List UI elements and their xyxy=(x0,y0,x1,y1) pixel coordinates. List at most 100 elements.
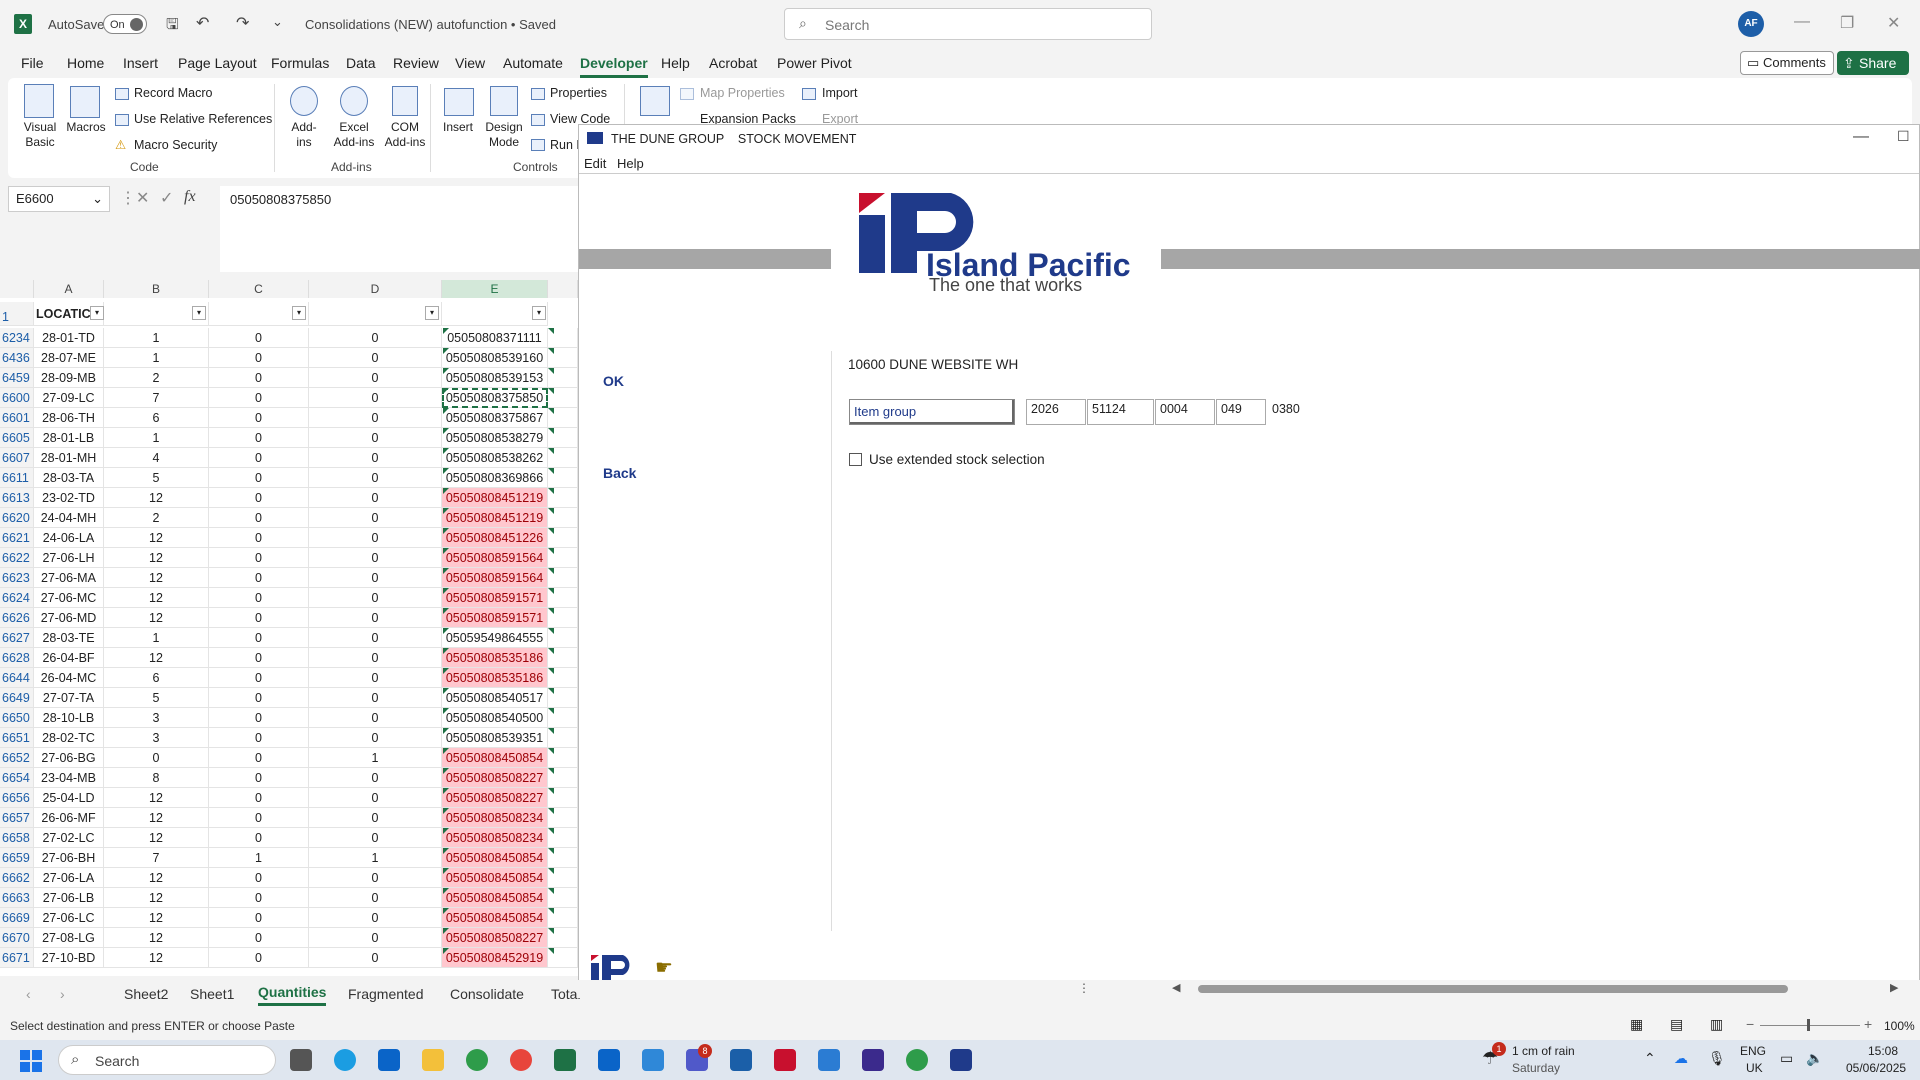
cell-d[interactable]: 0 xyxy=(309,548,442,568)
cell-c[interactable]: 0 xyxy=(209,568,309,588)
cell-location[interactable]: 24-04-MH xyxy=(34,508,104,528)
taskbar-search[interactable]: ⌕ Search xyxy=(58,1045,276,1075)
autosave-toggle[interactable]: On xyxy=(103,14,147,34)
more-options-icon[interactable]: ⋮ xyxy=(1078,981,1090,995)
row-number[interactable]: 6621 xyxy=(0,528,34,548)
search-box[interactable]: ⌕ Search xyxy=(784,8,1152,40)
back-button[interactable]: Back xyxy=(603,465,636,481)
customize-qat-icon[interactable]: ⌄ xyxy=(272,14,283,30)
cell-b[interactable]: 12 xyxy=(104,928,209,948)
cell-d[interactable]: 0 xyxy=(309,728,442,748)
edge-icon[interactable] xyxy=(334,1049,356,1071)
cell-location[interactable]: 27-10-BD xyxy=(34,948,104,968)
insert-button[interactable]: Insert xyxy=(438,120,478,135)
cell-d[interactable]: 0 xyxy=(309,588,442,608)
row-number[interactable]: 6436 xyxy=(0,348,34,368)
cell-c[interactable]: 0 xyxy=(209,348,309,368)
avatar[interactable]: AF xyxy=(1738,11,1764,37)
item-group-field-4[interactable]: 049 xyxy=(1216,399,1266,425)
row-number[interactable]: 6651 xyxy=(0,728,34,748)
row-number[interactable]: 6657 xyxy=(0,808,34,828)
weather-line-1[interactable]: 1 cm of rain xyxy=(1512,1044,1575,1058)
cancel-icon[interactable]: ✕ xyxy=(136,188,149,208)
cell-c[interactable]: 0 xyxy=(209,428,309,448)
row-number[interactable]: 6644 xyxy=(0,668,34,688)
notepad-icon[interactable] xyxy=(818,1049,840,1071)
cell-b[interactable]: 12 xyxy=(104,568,209,588)
cell-c[interactable]: 0 xyxy=(209,888,309,908)
file-explorer-icon[interactable] xyxy=(422,1049,444,1071)
column-header-b[interactable]: B xyxy=(104,280,209,298)
spreadsheet-grid[interactable]: A B C D E 1 LOCATIC ▾ ▾ ▾ ▾ ▾ 6234 28-01-… xyxy=(0,280,578,976)
minimize-icon[interactable]: — xyxy=(1794,13,1810,31)
cell-d[interactable]: 0 xyxy=(309,808,442,828)
cell-location[interactable]: 27-07-TA xyxy=(34,688,104,708)
header-cell[interactable] xyxy=(309,302,442,326)
cell-c[interactable]: 0 xyxy=(209,808,309,828)
sheet-tab-quantities[interactable]: Quantities xyxy=(258,984,327,1006)
cell-barcode[interactable]: 05050808375850 xyxy=(442,388,548,408)
import-button[interactable]: Import xyxy=(822,86,857,100)
row-number[interactable]: 6656 xyxy=(0,788,34,808)
tab-home[interactable]: Home xyxy=(67,55,104,71)
row-number[interactable]: 6611 xyxy=(0,468,34,488)
cell-b[interactable]: 12 xyxy=(104,868,209,888)
cell-location[interactable]: 28-07-ME xyxy=(34,348,104,368)
cell-d[interactable]: 0 xyxy=(309,488,442,508)
cell-b[interactable]: 3 xyxy=(104,708,209,728)
tab-file[interactable]: File xyxy=(21,55,44,71)
row-number[interactable]: 1 xyxy=(0,302,34,326)
cell-b[interactable]: 12 xyxy=(104,888,209,908)
cell-c[interactable]: 0 xyxy=(209,768,309,788)
save-icon[interactable]: 🖫 xyxy=(166,14,179,39)
network-icon[interactable]: ▭ xyxy=(1780,1050,1793,1067)
cell-location[interactable]: 26-06-MF xyxy=(34,808,104,828)
cell-barcode[interactable]: 05050808451226 xyxy=(442,528,548,548)
com-add-ins-button[interactable]: COM Add-ins xyxy=(380,120,430,150)
document-title[interactable]: Consolidations (NEW) autofunction • Save… xyxy=(305,17,556,32)
horizontal-scrollbar[interactable]: ⋮ ◀ ▶ xyxy=(578,980,1920,998)
cell-barcode[interactable]: 05050808538262 xyxy=(442,448,548,468)
cell-barcode[interactable]: 05050808540517 xyxy=(442,688,548,708)
row-number[interactable]: 6459 xyxy=(0,368,34,388)
tab-power-pivot[interactable]: Power Pivot xyxy=(777,55,852,71)
record-macro-button[interactable]: Record Macro xyxy=(134,86,213,100)
cell-c[interactable]: 0 xyxy=(209,328,309,348)
minimize-icon[interactable]: — xyxy=(1853,128,1869,146)
enter-icon[interactable]: ✓ xyxy=(160,188,173,208)
cell-d[interactable]: 0 xyxy=(309,568,442,588)
add-ins-button[interactable]: Add-ins xyxy=(284,120,324,150)
cell-d[interactable]: 0 xyxy=(309,688,442,708)
formula-input[interactable]: 05050808375850 xyxy=(220,186,580,272)
cell-location[interactable]: 23-04-MB xyxy=(34,768,104,788)
column-header-d[interactable]: D xyxy=(309,280,442,298)
cell-location[interactable]: 27-06-LH xyxy=(34,548,104,568)
row-number[interactable]: 6659 xyxy=(0,848,34,868)
row-number[interactable]: 6626 xyxy=(0,608,34,628)
cell-barcode[interactable]: 05050808539153 xyxy=(442,368,548,388)
menu-help[interactable]: Help xyxy=(617,156,644,171)
cell-c[interactable]: 1 xyxy=(209,848,309,868)
cell-barcode[interactable]: 05050808591564 xyxy=(442,548,548,568)
cell-b[interactable]: 12 xyxy=(104,788,209,808)
cell-b[interactable]: 1 xyxy=(104,428,209,448)
cell-b[interactable]: 12 xyxy=(104,608,209,628)
cell-location[interactable]: 27-06-LC xyxy=(34,908,104,928)
cell-barcode[interactable]: 05050808538279 xyxy=(442,428,548,448)
cell-d[interactable]: 1 xyxy=(309,848,442,868)
cell-b[interactable]: 1 xyxy=(104,628,209,648)
row-number[interactable]: 6669 xyxy=(0,908,34,928)
cell-barcode[interactable]: 05050808508234 xyxy=(442,808,548,828)
cell-b[interactable]: 12 xyxy=(104,828,209,848)
cell-barcode[interactable]: 05050808375867 xyxy=(442,408,548,428)
row-number[interactable]: 6628 xyxy=(0,648,34,668)
row-number[interactable]: 6663 xyxy=(0,888,34,908)
normal-view-icon[interactable]: ▦ xyxy=(1630,1016,1643,1033)
cell-d[interactable]: 0 xyxy=(309,828,442,848)
cell-c[interactable]: 0 xyxy=(209,928,309,948)
cell-c[interactable]: 0 xyxy=(209,668,309,688)
cell-c[interactable]: 0 xyxy=(209,508,309,528)
macro-security-button[interactable]: Macro Security xyxy=(134,138,217,152)
cell-c[interactable]: 0 xyxy=(209,728,309,748)
cell-c[interactable]: 0 xyxy=(209,828,309,848)
